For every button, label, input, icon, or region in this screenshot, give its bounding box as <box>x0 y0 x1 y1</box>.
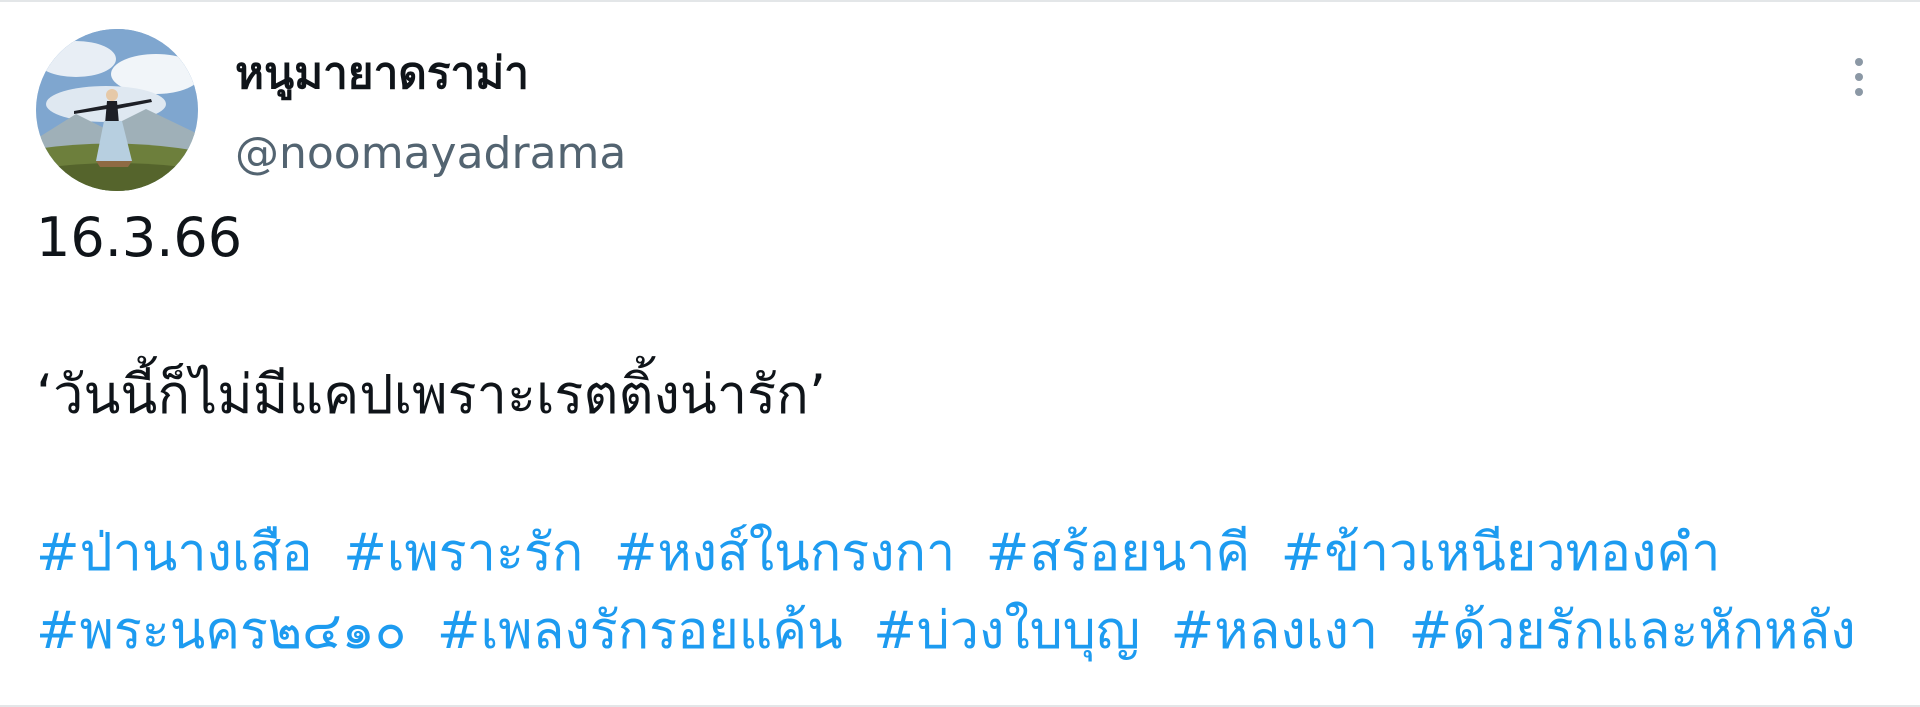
hashtag-row-1: #ป่านางเสือ #เพราะรัก #หงส์ในกรงกา #สร้อ… <box>36 514 1896 592</box>
hashtag-link[interactable]: #เพราะรัก <box>343 523 583 583</box>
user-handle[interactable]: @noomayadrama <box>235 124 626 184</box>
hashtag-link[interactable]: #บ่วงใบบุญ <box>873 601 1140 661</box>
avatar-image <box>36 29 198 191</box>
hashtag-list: #ป่านางเสือ #เพราะรัก #หงส์ในกรงกา #สร้อ… <box>36 514 1896 670</box>
hashtag-row-2: #พระนคร๒๔๑๐ #เพลงรักรอยแค้น #บ่วงใบบุญ #… <box>36 592 1896 670</box>
display-name[interactable]: หนูมายาดราม่า <box>235 44 529 104</box>
hashtag-link[interactable]: #ด้วยรักและหักหลัง <box>1409 601 1856 661</box>
hashtag-link[interactable]: #หลงเงา <box>1171 601 1378 661</box>
tweet-quote-text: ‘วันนี้ก็ไม่มีแคปเพราะเรตติ้งน่ารัก’ <box>36 363 827 426</box>
avatar[interactable] <box>36 29 198 191</box>
more-options-button[interactable] <box>1840 52 1880 102</box>
hashtag-link[interactable]: #สร้อยนาคี <box>986 523 1250 583</box>
hashtag-link[interactable]: #ข้าวเหนียวทองคำ <box>1281 523 1721 583</box>
tweet-card: หนูมายาดราม่า @noomayadrama 16.3.66 ‘วัน… <box>0 0 1920 707</box>
tweet-date-text: 16.3.66 <box>36 206 243 269</box>
hashtag-link[interactable]: #พระนคร๒๔๑๐ <box>36 601 406 661</box>
hashtag-link[interactable]: #หงส์ในกรงกา <box>614 523 955 583</box>
hashtag-link[interactable]: #ป่านางเสือ <box>36 523 313 583</box>
hashtag-link[interactable]: #เพลงรักรอยแค้น <box>437 601 843 661</box>
